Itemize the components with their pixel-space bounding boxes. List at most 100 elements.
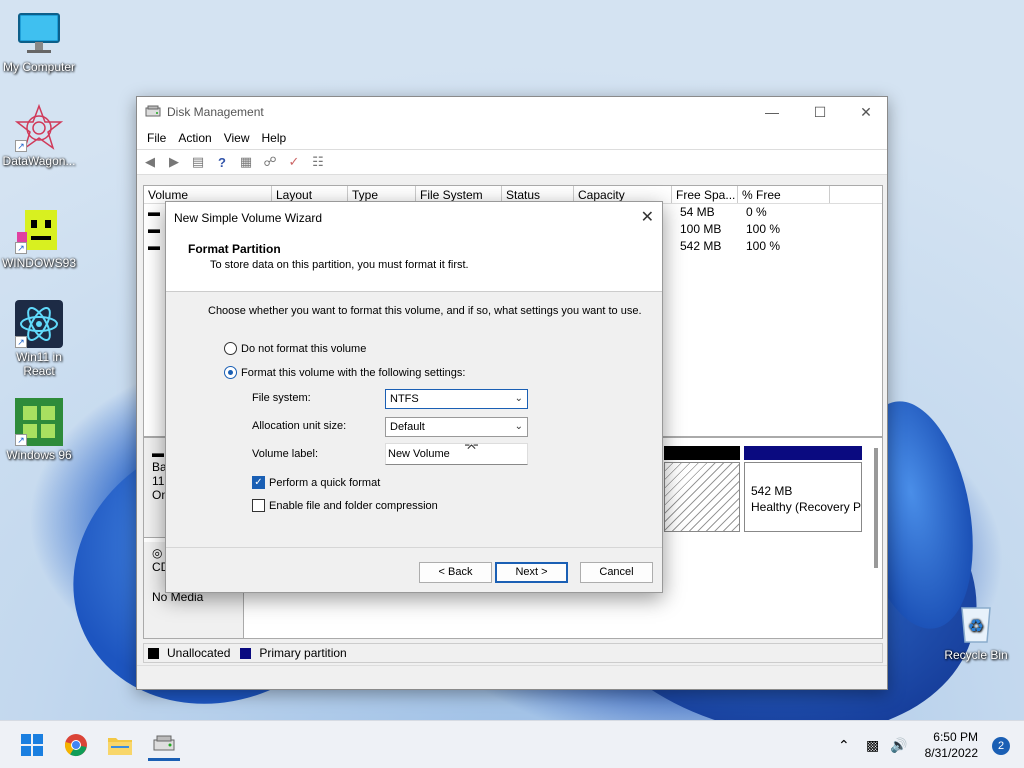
percent-free-cell: 100 % [746, 239, 781, 253]
close-button[interactable]: ✕ [843, 97, 889, 127]
status-bar [137, 665, 887, 689]
file-system-label: File system: [252, 392, 311, 404]
desktop-icon-windows93[interactable]: ↗ WINDOWS93 [0, 206, 78, 270]
allocation-unit-select[interactable]: Default ⌄ [385, 417, 528, 437]
partition-legend: Unallocated Primary partition [143, 643, 883, 663]
properties-icon[interactable]: ▦ [237, 153, 255, 171]
datawagon-logo-icon: ↗ [14, 103, 64, 152]
cancel-button[interactable]: Cancel [580, 562, 653, 583]
vertical-scrollbar[interactable] [874, 448, 878, 568]
menu-file[interactable]: File [141, 131, 172, 145]
allocation-unit-label: Allocation unit size: [252, 420, 347, 432]
volume-label-input[interactable]: New Volume [385, 443, 528, 465]
connect-icon[interactable]: ☍ [261, 153, 279, 171]
menu-help[interactable]: Help [256, 131, 293, 145]
disk-management-taskbar-icon[interactable] [148, 729, 180, 761]
react-logo-icon: ↗ [15, 300, 63, 348]
option-label: Format this volume with the following se… [241, 366, 466, 379]
checklist-icon[interactable]: ✓ [285, 153, 303, 171]
radio-button-selected[interactable] [224, 366, 237, 379]
compression-option[interactable]: Enable file and folder compression [252, 499, 438, 512]
new-simple-volume-wizard: New Simple Volume Wizard ✕ Format Partit… [165, 201, 663, 593]
notification-badge[interactable]: 2 [992, 737, 1010, 755]
wizard-heading: Format Partition [188, 242, 281, 256]
settings-panel-icon[interactable]: ☷ [309, 153, 327, 171]
quick-format-option[interactable]: ✓ Perform a quick format [252, 476, 380, 489]
show-hidden-icons-chevron-up-icon[interactable]: ⌃ [838, 721, 850, 768]
free-space-cell: 542 MB [680, 239, 722, 253]
desktop-icon-win11-react[interactable]: ↗ Win11 in React [0, 300, 78, 378]
column-free-space[interactable]: Free Spa... [672, 186, 738, 203]
select-value: Default [390, 421, 425, 433]
minimize-button[interactable]: — [749, 97, 795, 127]
option-format[interactable]: Format this volume with the following se… [224, 366, 465, 379]
wizard-subheading: To store data on this partition, you mus… [210, 259, 469, 271]
text-cursor-icon: ⌤ [464, 440, 479, 455]
windows93-smiley-icon: ↗ [15, 206, 63, 254]
monitor-icon [15, 10, 63, 58]
toolbar: ◀ ▶ ▤ ? ▦ ☍ ✓ ☷ [137, 149, 887, 175]
disk-management-icon [145, 105, 161, 119]
unallocated-swatch [148, 647, 159, 659]
next-button[interactable]: Next > [495, 562, 568, 583]
menu-action[interactable]: Action [172, 131, 217, 145]
desktop-icon-label: Recycle Bin [944, 648, 1008, 662]
close-icon[interactable]: ✕ [641, 207, 654, 227]
desktop-icon-label: My Computer [2, 60, 76, 74]
menu-view[interactable]: View [218, 131, 256, 145]
partition-size: 542 MB [751, 484, 793, 498]
system-clock[interactable]: 6:50 PM 8/31/2022 [925, 729, 978, 761]
back-arrow-icon[interactable]: ◀ [141, 153, 159, 171]
desktop-icon-label: DataWagon... [2, 154, 76, 168]
legend-primary: Primary partition [259, 646, 347, 660]
wizard-footer: < Back Next > Cancel [166, 547, 662, 593]
checkbox[interactable] [252, 499, 265, 512]
svg-text:♻: ♻ [968, 616, 984, 636]
wizard-title: New Simple Volume Wizard [174, 211, 323, 225]
window-title: Disk Management [167, 105, 264, 119]
help-icon[interactable]: ? [213, 153, 231, 171]
speaker-icon[interactable]: 🔊 [890, 721, 907, 768]
desktop-icon-label: WINDOWS93 [1, 256, 76, 270]
back-button[interactable]: < Back [419, 562, 492, 583]
unallocated-region[interactable] [664, 462, 740, 532]
primary-swatch [240, 647, 252, 659]
radio-button[interactable] [224, 342, 237, 355]
list-view-icon[interactable]: ▤ [189, 153, 207, 171]
clock-date: 8/31/2022 [924, 746, 978, 760]
partition-status: Healthy (Recovery P [751, 500, 862, 514]
menu-bar: File Action View Help [137, 127, 887, 149]
wizard-header: New Simple Volume Wizard ✕ Format Partit… [166, 202, 662, 292]
free-space-cell: 54 MB [680, 205, 715, 219]
recovery-partition[interactable]: 542 MB Healthy (Recovery P [744, 462, 862, 532]
option-label: Do not format this volume [241, 342, 367, 355]
shortcut-arrow-icon: ↗ [15, 140, 27, 152]
network-icon[interactable]: ▩ [866, 721, 879, 768]
column-percent-free[interactable]: % Free [738, 186, 830, 203]
shortcut-arrow-icon: ↗ [15, 336, 27, 348]
desktop-icon-my-computer[interactable]: My Computer [0, 10, 78, 74]
maximize-button[interactable]: ☐ [797, 97, 843, 127]
clock-time: 6:50 PM [933, 730, 978, 744]
desktop-icon-windows96[interactable]: ↗ Windows 96 [0, 398, 78, 462]
file-explorer-icon[interactable] [104, 729, 136, 761]
checkbox-label: Perform a quick format [269, 476, 381, 489]
wizard-body: Choose whether you want to format this v… [166, 292, 662, 546]
file-system-select[interactable]: NTFS ⌄ [385, 389, 528, 409]
volume-label-label: Volume label: [252, 448, 319, 460]
start-button[interactable] [16, 729, 48, 761]
checkbox-label: Enable file and folder compression [269, 499, 438, 512]
option-no-format[interactable]: Do not format this volume [224, 342, 366, 355]
taskbar: ⌃ ▩ 🔊 6:50 PM 8/31/2022 2 [0, 720, 1024, 768]
chrome-icon[interactable] [60, 729, 92, 761]
desktop-icon-label: Windows 96 [6, 448, 72, 462]
desktop-icon-datawagon[interactable]: ↗ DataWagon... [0, 103, 78, 168]
checkbox-checked[interactable]: ✓ [252, 476, 265, 489]
percent-free-cell: 100 % [746, 222, 781, 236]
windows-logo-icon [21, 734, 43, 756]
forward-arrow-icon[interactable]: ▶ [165, 153, 183, 171]
desktop-icon-recycle-bin[interactable]: ♻ Recycle Bin [937, 598, 1015, 662]
legend-unallocated: Unallocated [167, 646, 231, 660]
windows96-flag-icon: ↗ [15, 398, 63, 446]
chevron-down-icon: ⌄ [514, 421, 523, 432]
